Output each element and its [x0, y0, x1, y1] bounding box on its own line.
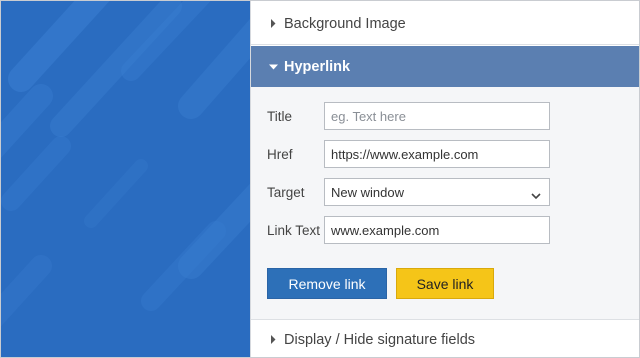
section-hyperlink[interactable]: Hyperlink [251, 46, 639, 87]
save-link-button[interactable]: Save link [396, 268, 494, 299]
href-input[interactable] [324, 140, 550, 168]
section-display-hide-label: Display / Hide signature fields [284, 331, 476, 348]
chevron-down-icon [531, 188, 541, 203]
caret-right-icon [268, 335, 278, 344]
section-background-image-label: Background Image [284, 15, 406, 32]
section-background-image[interactable]: Background Image [251, 3, 639, 45]
target-label: Target [267, 184, 305, 200]
decorative-background-panel [1, 1, 250, 357]
target-select-value: New window [331, 184, 404, 200]
title-label: Title [267, 108, 293, 124]
app-window: Background Image Hyperlink Title Href Ta… [0, 0, 640, 358]
href-row: Href [267, 140, 550, 168]
link-text-row: Link Text [267, 216, 550, 244]
target-select[interactable]: New window [324, 178, 550, 206]
link-text-label: Link Text [267, 222, 321, 238]
caret-down-icon [268, 64, 278, 70]
caret-right-icon [268, 19, 278, 28]
diagonal-stripes-pattern [1, 1, 250, 327]
href-label: Href [267, 146, 293, 162]
target-row: Target New window [267, 178, 550, 206]
section-hyperlink-label: Hyperlink [284, 58, 351, 75]
settings-panel: Background Image Hyperlink Title Href Ta… [250, 1, 639, 357]
title-row: Title [267, 102, 550, 130]
section-display-hide-fields[interactable]: Display / Hide signature fields [251, 319, 639, 357]
title-input[interactable] [324, 102, 550, 130]
remove-link-button[interactable]: Remove link [267, 268, 387, 299]
link-text-input[interactable] [324, 216, 550, 244]
